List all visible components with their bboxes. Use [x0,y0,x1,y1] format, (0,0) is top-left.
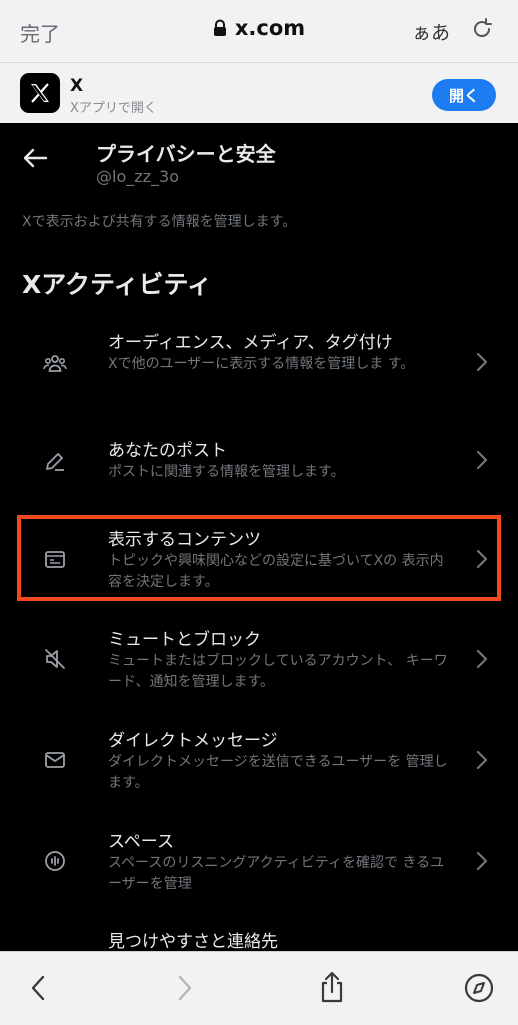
text-size-button[interactable]: ぁあ [412,18,450,45]
item-description: ダイレクトメッセージを送信できるユーザーを 管理します。 [108,754,448,791]
item-description: ポストに関連する情報を管理します。 [108,464,345,480]
open-app-button[interactable]: 開く [432,79,496,111]
item-label: オーディエンス、メディア、タグ付け [108,333,393,353]
settings-item-your-posts[interactable]: あなたのポスト ポストに関連する情報を管理します。 [0,436,518,492]
pencil-icon [46,453,64,471]
chevron-right-icon [476,649,488,669]
app-name: X [70,76,84,96]
back-icon[interactable] [29,974,47,1002]
chevron-right-icon [476,352,488,372]
back-arrow-icon[interactable] [22,147,48,169]
chevron-right-icon [476,750,488,770]
item-label: スペース [108,832,174,852]
highlight-box [17,515,501,601]
settings-item-audience[interactable]: オーディエンス、メディア、タグ付け Xで他のユーザーに表示する情報を管理しま す… [0,328,518,400]
spaces-icon [45,851,65,871]
reload-icon[interactable] [470,17,494,41]
x-logo-icon [31,83,49,103]
url-text: x.com [234,16,306,40]
forward-icon[interactable] [176,974,194,1002]
safari-address-bar: 完了 x.com ぁあ [0,0,518,62]
item-label: あなたのポスト [108,441,227,461]
settings-item-discoverability[interactable]: 見つけやすさと連絡先 [0,927,518,951]
item-description: Xで他のユーザーに表示する情報を管理しま す。 [108,356,415,372]
safari-toolbar [0,951,518,1025]
section-title: Xアクティビティ [22,270,213,299]
settings-page: プライバシーと安全 @lo_zz_3o Xで表示および共有する情報を管理します。… [0,123,518,951]
item-label: ミュートとブロック [108,630,261,650]
item-description: ミュートまたはブロックしているアカウント、 キーワード、通知を管理します。 [108,653,448,690]
lock-icon [213,19,226,36]
user-handle: @lo_zz_3o [96,167,179,186]
item-label: ダイレクトメッセージ [108,731,278,751]
app-banner: X Xアプリで開く 開く [0,62,518,124]
mute-icon [45,649,65,669]
chevron-right-icon [476,851,488,871]
people-icon [43,355,67,372]
app-subtitle: Xアプリで開く [70,101,157,116]
compass-icon[interactable] [463,972,495,1004]
chevron-right-icon [476,450,488,470]
page-description: Xで表示および共有する情報を管理します。 [22,214,297,230]
page-title: プライバシーと安全 [96,142,276,166]
x-app-icon [20,73,60,113]
envelope-icon [45,752,65,768]
item-label: 見つけやすさと連絡先 [108,932,278,951]
settings-item-mute-block[interactable]: ミュートとブロック ミュートまたはブロックしているアカウント、 キーワード、通知… [0,625,518,697]
settings-item-spaces[interactable]: スペース スペースのリスニングアクティビティを確認で きるユーザーを管理 [0,827,518,899]
share-icon[interactable] [318,970,346,1004]
item-description: スペースのリスニングアクティビティを確認で きるユーザーを管理 [108,855,445,892]
settings-item-direct-messages[interactable]: ダイレクトメッセージ ダイレクトメッセージを送信できるユーザーを 管理します。 [0,726,518,798]
